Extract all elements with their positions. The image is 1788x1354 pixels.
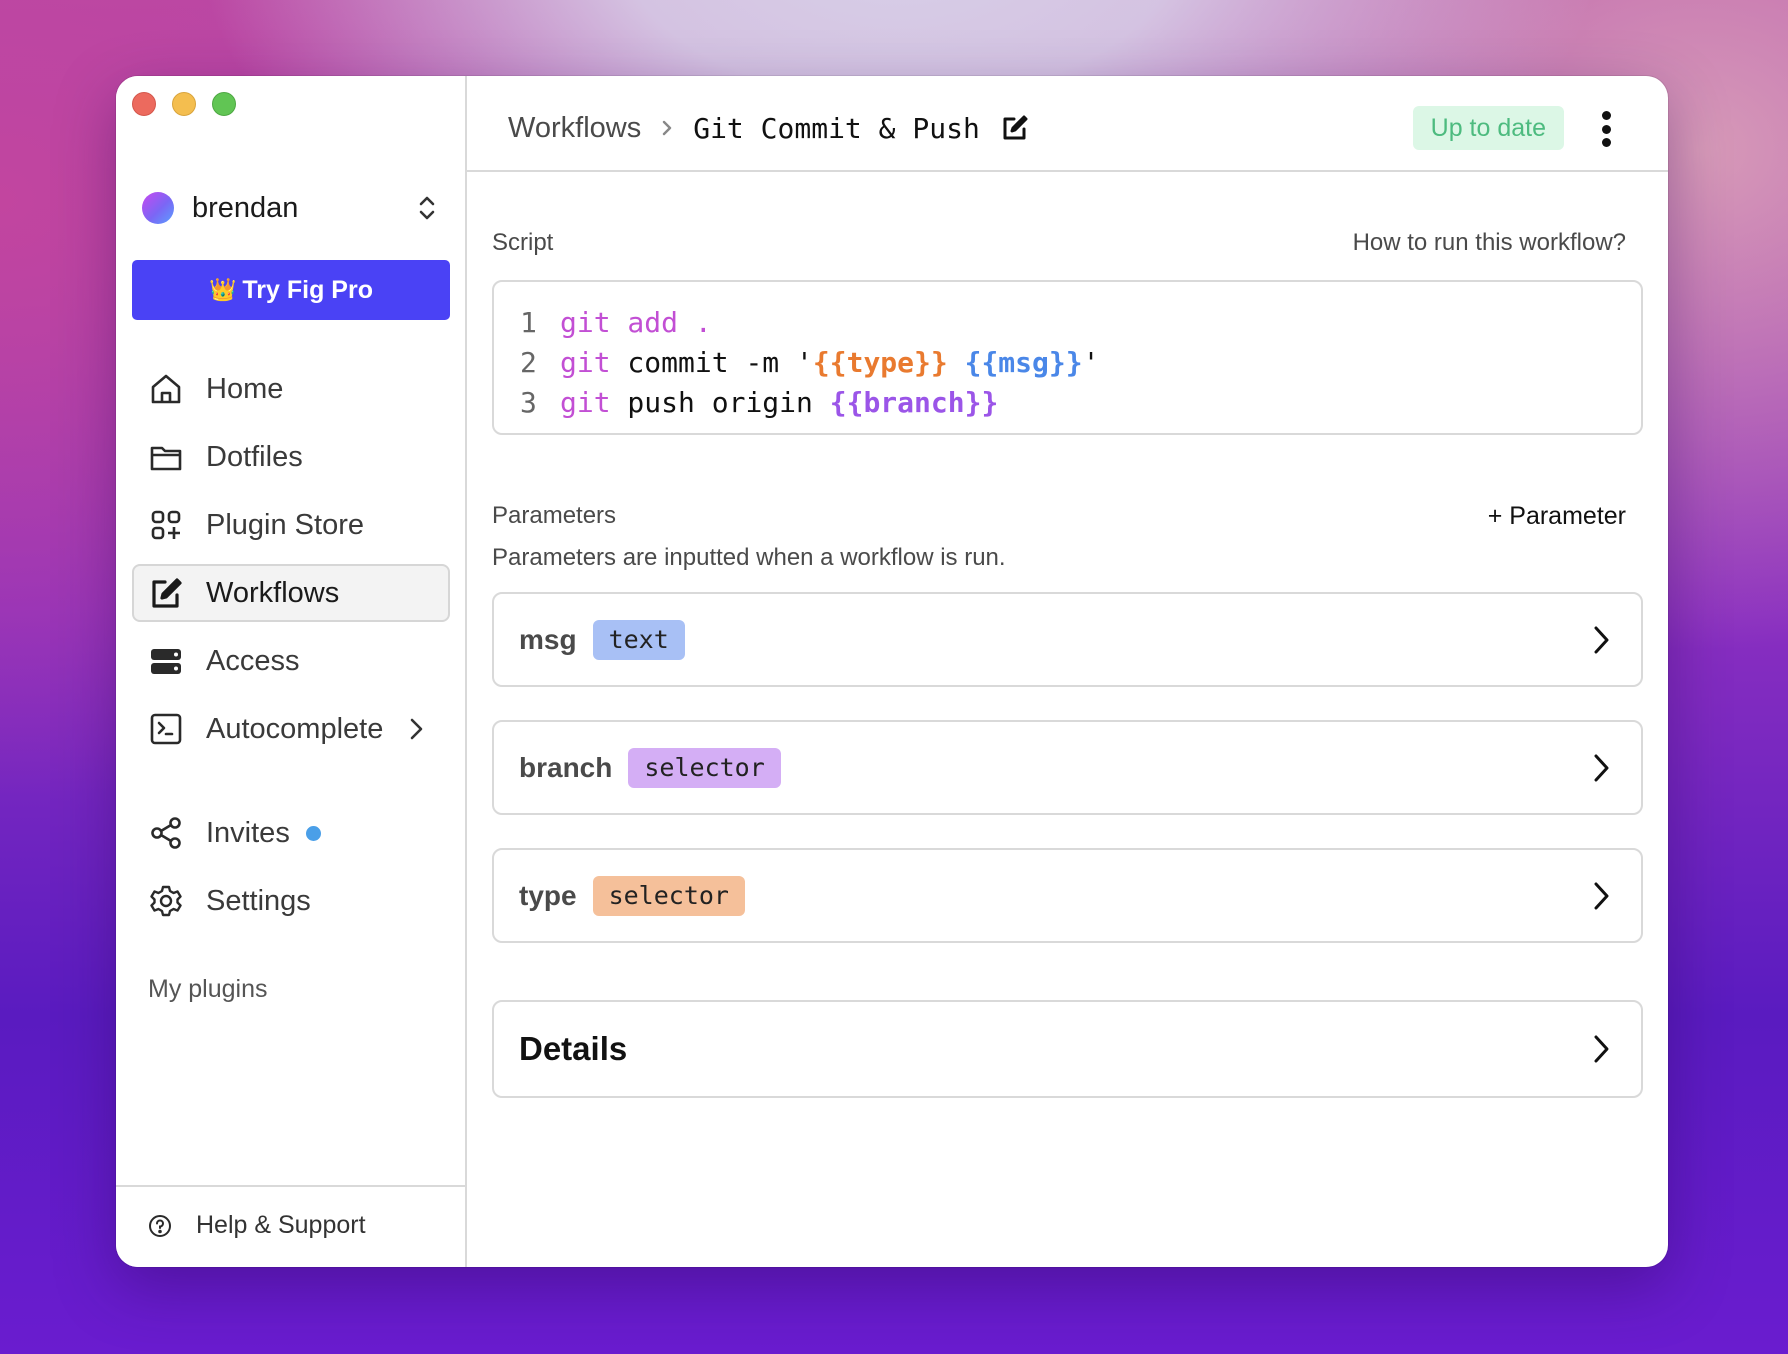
maximize-window-button[interactable]: [212, 92, 236, 116]
code-token: git: [560, 385, 611, 419]
add-parameter-button[interactable]: + Parameter: [1488, 502, 1626, 531]
parameter-name: type: [519, 879, 577, 911]
header: Workflows Git Commit & Push Up to date: [467, 76, 1668, 172]
close-window-button[interactable]: [132, 92, 156, 116]
sidebar-item-autocomplete[interactable]: Autocomplete: [132, 700, 450, 758]
code-line: 3 git push origin {{branch}}: [520, 382, 1641, 422]
line-number: 2: [520, 345, 537, 379]
account-switcher[interactable]: brendan: [142, 191, 442, 225]
param-token-branch: {{branch}}: [829, 385, 999, 419]
try-fig-pro-button[interactable]: 👑 Try Fig Pro: [132, 260, 450, 320]
sidebar-item-workflows[interactable]: Workflows: [132, 564, 450, 622]
parameters-label: Parameters: [492, 502, 617, 529]
parameter-type-badge: selector: [592, 875, 745, 916]
account-name: brendan: [192, 191, 299, 224]
parameter-type-badge: text: [592, 619, 685, 660]
notification-dot: [305, 825, 321, 841]
gear-icon: [148, 883, 184, 919]
sidebar-item-invites[interactable]: Invites: [132, 804, 450, 862]
code-token: commit -m ': [610, 345, 813, 379]
chevron-right-icon: [1594, 882, 1609, 909]
terminal-icon: [148, 711, 184, 747]
details-label: Details: [519, 1030, 628, 1067]
parameter-name: branch: [519, 751, 613, 783]
sidebar-item-label: Dotfiles: [206, 440, 303, 473]
more-options-button[interactable]: [1596, 109, 1616, 149]
script-editor[interactable]: 1 git add . 2 git commit -m ' {{type}} {{…: [492, 280, 1643, 435]
chevron-right-icon: [1594, 626, 1609, 653]
sidebar-item-label: Autocomplete: [206, 712, 384, 745]
sidebar-item-dotfiles[interactable]: Dotfiles: [132, 428, 450, 486]
code-token: push origin: [610, 385, 830, 419]
server-icon: [148, 643, 184, 679]
sidebar-item-label: Settings: [206, 884, 311, 917]
plugin-grid-icon: [148, 507, 184, 543]
how-to-run-link[interactable]: How to run this workflow?: [1353, 229, 1626, 257]
page-title: Git Commit & Push: [693, 111, 980, 145]
window-controls: [132, 92, 236, 116]
sidebar-item-label: Workflows: [206, 576, 340, 609]
status-badge: Up to date: [1412, 106, 1564, 150]
edit-icon[interactable]: [1002, 115, 1028, 141]
kebab-dot: [1601, 111, 1611, 120]
sidebar-item-settings[interactable]: Settings: [132, 872, 450, 930]
sidebar-item-home[interactable]: Home: [132, 360, 450, 418]
sidebar-item-label: Access: [206, 644, 300, 677]
help-support-label: Help & Support: [196, 1211, 366, 1239]
code-token: git: [560, 305, 611, 339]
app-window: brendan 👑 Try Fig Pro Home Dotfiles Plug…: [116, 76, 1668, 1267]
code-token: ': [1082, 345, 1100, 379]
kebab-dot: [1601, 138, 1611, 147]
breadcrumb: Workflows Git Commit & Push: [508, 108, 1028, 148]
chevron-right-icon: [1594, 754, 1609, 781]
try-fig-pro-label: Try Fig Pro: [242, 275, 373, 304]
parameter-row-type[interactable]: type selector: [492, 848, 1643, 943]
question-circle-icon: [149, 1214, 171, 1237]
crown-icon: 👑: [209, 277, 237, 302]
edit-square-icon: [148, 575, 184, 611]
chevron-right-icon: [663, 120, 672, 136]
sidebar-item-label: Invites: [206, 816, 290, 849]
kebab-dot: [1601, 124, 1611, 134]
chevron-up-down-icon: [419, 196, 435, 220]
sidebar-item-access[interactable]: Access: [132, 632, 450, 690]
line-number: 3: [520, 385, 537, 419]
divider: [116, 1185, 465, 1187]
main-content: Workflows Git Commit & Push Up to date S…: [467, 76, 1668, 1267]
parameter-type-badge: selector: [628, 747, 781, 788]
code-line: 1 git add .: [520, 302, 1641, 342]
parameter-name: msg: [519, 623, 577, 655]
chevron-right-icon: [1594, 1035, 1609, 1063]
sidebar-item-label: Plugin Store: [206, 508, 364, 541]
code-token: add .: [610, 305, 712, 339]
my-plugins-heading: My plugins: [148, 975, 268, 1003]
parameter-row-msg[interactable]: msg text: [492, 592, 1643, 687]
sidebar: brendan 👑 Try Fig Pro Home Dotfiles Plug…: [116, 76, 467, 1267]
parameters-description: Parameters are inputted when a workflow …: [492, 544, 1006, 571]
line-number: 1: [520, 305, 537, 339]
code-line: 2 git commit -m ' {{type}} {{msg}} ': [520, 342, 1641, 382]
breadcrumb-workflows[interactable]: Workflows: [508, 112, 641, 145]
folder-icon: [148, 439, 184, 475]
home-icon: [148, 371, 184, 407]
param-token-type: {{type}}: [812, 345, 948, 379]
parameter-row-branch[interactable]: branch selector: [492, 720, 1643, 815]
chevron-right-icon: [411, 718, 423, 740]
details-section[interactable]: Details: [492, 1000, 1643, 1098]
avatar: [142, 192, 174, 224]
minimize-window-button[interactable]: [172, 92, 196, 116]
code-token: git: [560, 345, 611, 379]
sidebar-item-plugin-store[interactable]: Plugin Store: [132, 496, 450, 554]
sidebar-item-label: Home: [206, 372, 284, 405]
help-support-link[interactable]: Help & Support: [148, 1211, 366, 1240]
share-icon: [148, 815, 184, 851]
script-label: Script: [492, 229, 554, 256]
param-token-msg: {{msg}}: [964, 345, 1083, 379]
